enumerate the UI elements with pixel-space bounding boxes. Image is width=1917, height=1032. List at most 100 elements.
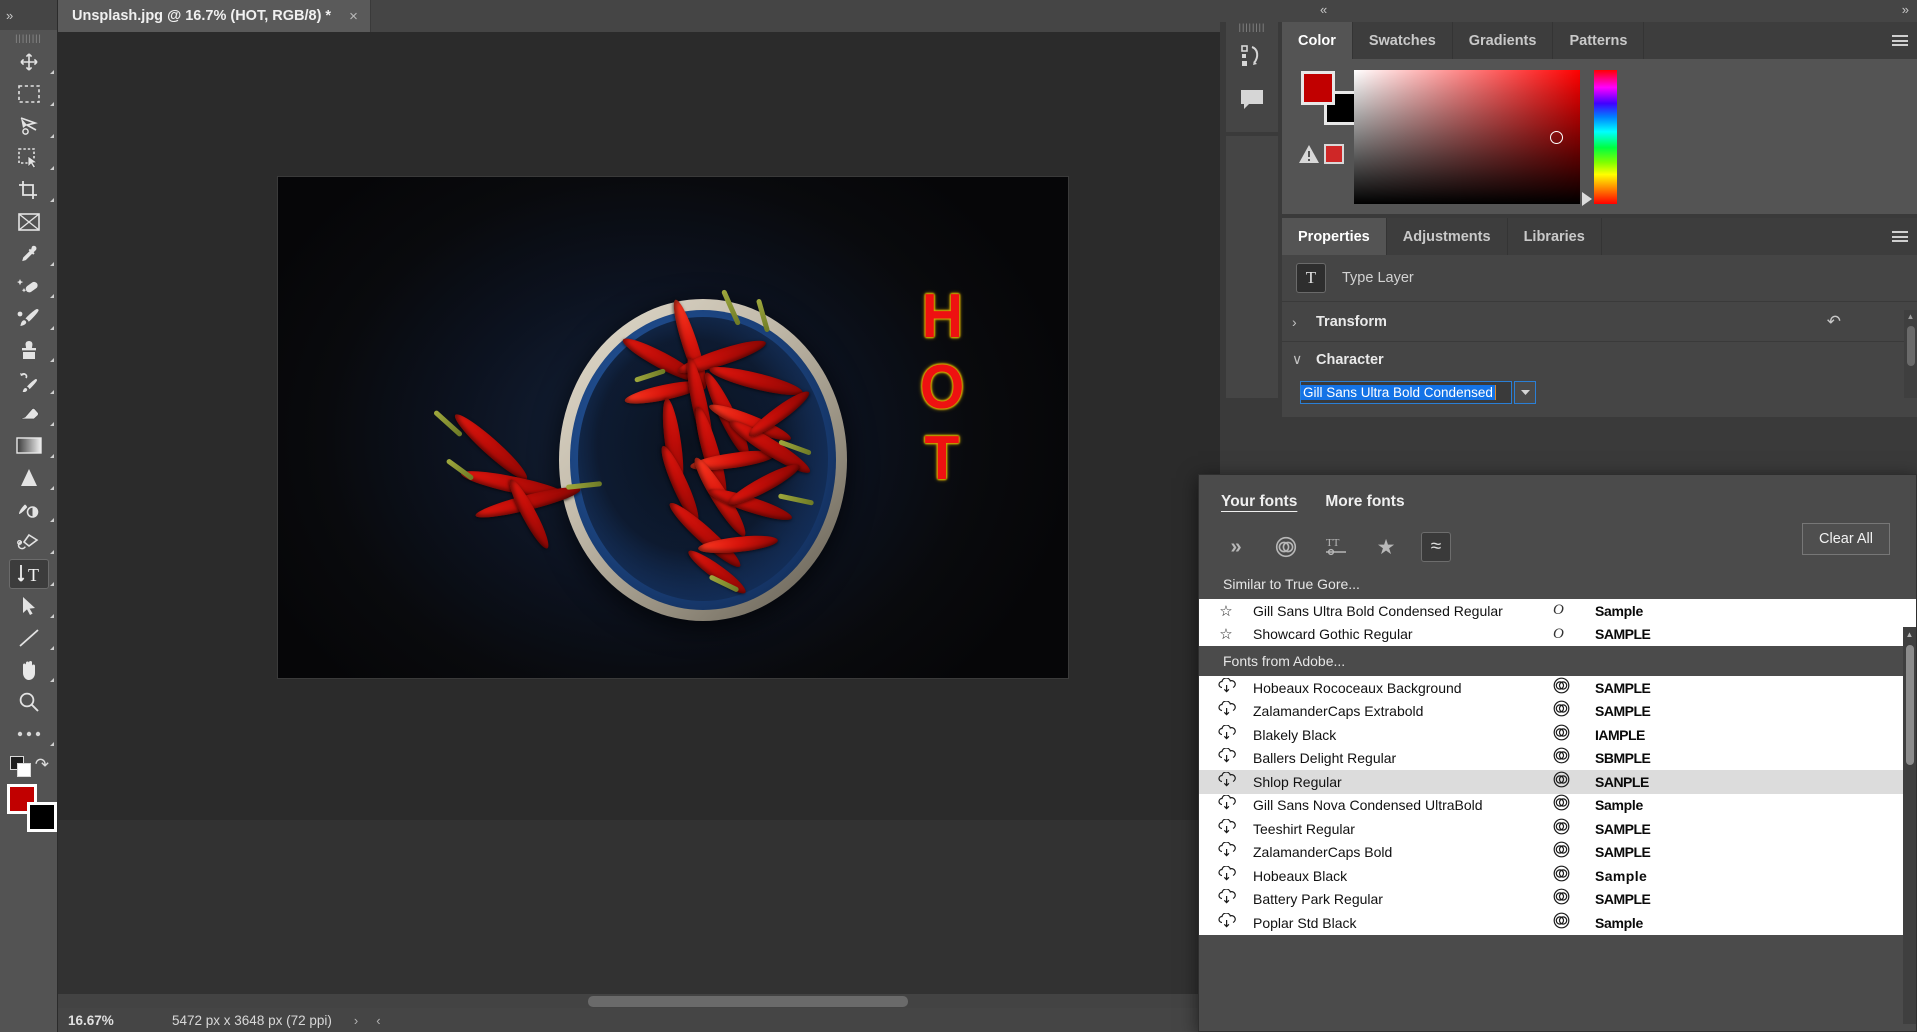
tool-flyout-indicator[interactable] xyxy=(50,166,54,170)
hot-text-layer[interactable]: H O T xyxy=(918,292,966,484)
history-icon[interactable] xyxy=(1226,34,1278,78)
saturation-cursor[interactable] xyxy=(1550,131,1563,144)
tool-flyout-indicator[interactable] xyxy=(50,486,54,490)
background-color-swatch[interactable] xyxy=(27,802,57,832)
tool-flyout-indicator[interactable] xyxy=(50,358,54,362)
tool-flyout-indicator[interactable] xyxy=(50,614,54,618)
properties-panel-menu-button[interactable] xyxy=(1883,218,1917,255)
scroll-up-arrow-icon[interactable]: ▲ xyxy=(1903,627,1916,641)
cloud-download-icon[interactable] xyxy=(1199,701,1253,721)
tool-flyout-indicator[interactable] xyxy=(50,422,54,426)
cloud-download-icon[interactable] xyxy=(1199,772,1253,792)
font-row[interactable]: Blakely Black IAMPLE xyxy=(1199,723,1916,747)
tool-flyout-indicator[interactable] xyxy=(50,678,54,682)
default-colors-bg-icon[interactable] xyxy=(17,763,31,777)
marquee-tool[interactable] xyxy=(0,78,58,110)
frame-tool[interactable] xyxy=(0,206,58,238)
font-row[interactable]: Poplar Std Black Sample xyxy=(1199,911,1916,935)
tool-flyout-indicator[interactable] xyxy=(50,582,54,586)
cloud-download-icon[interactable] xyxy=(1199,795,1253,815)
toolbar-collapse-button[interactable]: » xyxy=(0,0,57,30)
cloud-download-icon[interactable] xyxy=(1199,819,1253,839)
eraser-tool[interactable] xyxy=(0,398,58,430)
tool-flyout-indicator[interactable] xyxy=(50,102,54,106)
swap-colors-icon[interactable]: ↷ xyxy=(35,755,49,775)
brush-tool[interactable] xyxy=(0,302,58,334)
foreground-color-swatch[interactable] xyxy=(1301,71,1335,105)
scrollbar-thumb[interactable] xyxy=(588,996,908,1007)
scrollbar-thumb[interactable] xyxy=(1906,645,1914,765)
tab-patterns[interactable]: Patterns xyxy=(1553,22,1644,59)
healing-brush-tool[interactable] xyxy=(0,270,58,302)
adobe-fonts-icon[interactable] xyxy=(1271,532,1301,562)
font-classification-icon[interactable]: TT xyxy=(1321,532,1351,562)
clear-all-button[interactable]: Clear All xyxy=(1802,523,1890,555)
tab-color[interactable]: Color xyxy=(1282,22,1353,59)
tab-libraries[interactable]: Libraries xyxy=(1508,218,1602,255)
color-swatches[interactable] xyxy=(0,780,58,840)
tab-swatches[interactable]: Swatches xyxy=(1353,22,1453,59)
similar-fonts-icon[interactable]: ≈ xyxy=(1421,532,1451,562)
font-row[interactable]: ZalamanderCaps Extrabold SAMPLE xyxy=(1199,700,1916,724)
tab-gradients[interactable]: Gradients xyxy=(1453,22,1554,59)
pen-tool[interactable] xyxy=(0,526,58,558)
canvas-horizontal-scrollbar[interactable] xyxy=(58,994,1220,1008)
font-row[interactable]: Gill Sans Nova Condensed UltraBold Sampl… xyxy=(1199,794,1916,818)
font-row[interactable]: Hobeaux Black Sample xyxy=(1199,864,1916,888)
crop-tool[interactable] xyxy=(0,174,58,206)
tool-flyout-indicator[interactable] xyxy=(50,518,54,522)
cloud-download-icon[interactable] xyxy=(1199,913,1253,933)
font-list-scrollbar[interactable]: ▲ ▼ xyxy=(1903,627,1916,1024)
chevron-right-icon[interactable]: › xyxy=(1292,314,1316,330)
edit-toolbar-tool[interactable] xyxy=(0,718,58,750)
toolbar-drag-handle[interactable]: |||||||| xyxy=(0,30,57,46)
cloud-download-icon[interactable] xyxy=(1199,725,1253,745)
gradient-tool[interactable] xyxy=(0,430,58,462)
favorite-star-icon[interactable]: ☆ xyxy=(1199,602,1253,620)
hue-slider-handle[interactable] xyxy=(1582,192,1592,206)
path-selection-tool[interactable] xyxy=(0,590,58,622)
shape-tool[interactable] xyxy=(0,622,58,654)
saturation-brightness-field[interactable] xyxy=(1354,70,1580,204)
character-section-header[interactable]: ∨ Character xyxy=(1282,341,1917,377)
dock-collapse-left-icon[interactable]: « xyxy=(1320,2,1327,17)
history-brush-tool[interactable] xyxy=(0,366,58,398)
dodge-tool[interactable] xyxy=(0,494,58,526)
tab-properties[interactable]: Properties xyxy=(1282,218,1387,255)
lasso-tool[interactable] xyxy=(0,110,58,142)
tool-flyout-indicator[interactable] xyxy=(50,390,54,394)
font-family-dropdown-button[interactable] xyxy=(1514,381,1536,404)
font-picker-dropdown[interactable]: Your fonts More fonts » TT ★ ≈ Clear All… xyxy=(1198,474,1917,1032)
reset-icon[interactable]: ↶ xyxy=(1827,312,1841,332)
tool-flyout-indicator[interactable] xyxy=(50,326,54,330)
font-row[interactable]: Teeshirt Regular SAMPLE xyxy=(1199,817,1916,841)
cloud-download-icon[interactable] xyxy=(1199,748,1253,768)
comments-icon[interactable] xyxy=(1226,78,1278,122)
dock-collapse-right-icon[interactable]: » xyxy=(1902,2,1909,17)
cloud-download-icon[interactable] xyxy=(1199,889,1253,909)
tool-flyout-indicator[interactable] xyxy=(50,262,54,266)
favorite-star-icon[interactable]: ☆ xyxy=(1199,625,1253,643)
gamut-warning-icon[interactable] xyxy=(1298,143,1320,165)
cloud-download-icon[interactable] xyxy=(1199,842,1253,862)
tool-flyout-indicator[interactable] xyxy=(50,198,54,202)
out-of-gamut-swatch[interactable] xyxy=(1324,144,1344,164)
chevron-double-right-icon[interactable]: » xyxy=(1221,532,1251,562)
tool-flyout-indicator[interactable] xyxy=(50,742,54,746)
properties-scrollbar[interactable]: ▲ xyxy=(1904,310,1917,398)
font-row[interactable]: Battery Park Regular SAMPLE xyxy=(1199,888,1916,912)
cloud-download-icon[interactable] xyxy=(1199,866,1253,886)
scrollbar-thumb[interactable] xyxy=(1907,326,1915,366)
font-row[interactable]: Shlop Regular SANPLE xyxy=(1199,770,1916,794)
object-selection-tool[interactable] xyxy=(0,142,58,174)
tool-flyout-indicator[interactable] xyxy=(50,550,54,554)
tool-flyout-indicator[interactable] xyxy=(50,454,54,458)
tab-adjustments[interactable]: Adjustments xyxy=(1387,218,1508,255)
cloud-download-icon[interactable] xyxy=(1199,678,1253,698)
artboard[interactable]: H O T xyxy=(278,177,1068,678)
font-row[interactable]: ZalamanderCaps Bold SAMPLE xyxy=(1199,841,1916,865)
font-row[interactable]: Ballers Delight Regular sBMPLE xyxy=(1199,747,1916,771)
tool-flyout-indicator[interactable] xyxy=(50,70,54,74)
icon-rail-drag-handle[interactable]: |||||||| xyxy=(1226,22,1278,34)
zoom-tool[interactable] xyxy=(0,686,58,718)
